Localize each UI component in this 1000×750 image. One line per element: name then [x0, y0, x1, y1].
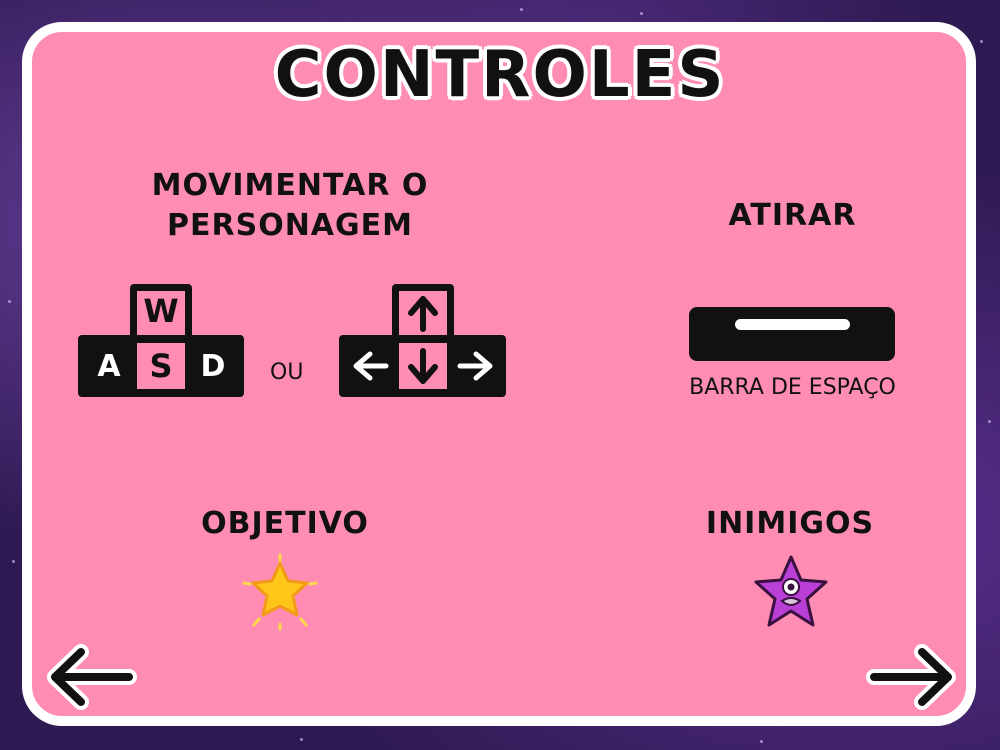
- star-dot: [640, 12, 643, 15]
- key-w-label: W: [143, 292, 179, 330]
- move-heading-line2: PERSONAGEM: [167, 208, 413, 243]
- arrow-down-icon: [408, 348, 438, 384]
- arrow-left-icon: [47, 644, 137, 710]
- purple-star-monster-icon: [754, 555, 828, 627]
- or-label: OU: [270, 360, 304, 385]
- shoot-heading: ATIRAR: [728, 198, 857, 233]
- next-button[interactable]: [866, 642, 958, 712]
- arrow-right-icon: [866, 644, 956, 710]
- back-button[interactable]: [45, 642, 137, 712]
- key-a-label: A: [97, 349, 121, 384]
- star-dot: [300, 738, 303, 741]
- arrow-up-icon: [408, 296, 438, 332]
- arrow-right-icon: [457, 351, 493, 381]
- star-dot: [760, 740, 763, 743]
- spacebar-key-highlight: [735, 319, 850, 330]
- star-dot: [520, 8, 523, 11]
- spacebar-key: [689, 307, 895, 361]
- arrow-left-icon: [353, 351, 389, 381]
- spacebar-caption: BARRA DE ESPAÇO: [689, 375, 896, 400]
- move-heading: MOVIMENTAR O PERSONAGEM: [90, 166, 490, 246]
- key-s-label: S: [149, 347, 173, 385]
- star-dot: [988, 420, 991, 423]
- enemies-heading: INIMIGOS: [705, 506, 875, 541]
- objective-heading: OBJETIVO: [201, 506, 369, 541]
- page-title: CONTROLES: [274, 38, 726, 112]
- star-dot: [8, 300, 11, 303]
- move-heading-line1: MOVIMENTAR O: [151, 168, 429, 203]
- star-dot: [12, 560, 15, 563]
- star-icon: [242, 553, 318, 631]
- key-d-label: D: [200, 349, 226, 384]
